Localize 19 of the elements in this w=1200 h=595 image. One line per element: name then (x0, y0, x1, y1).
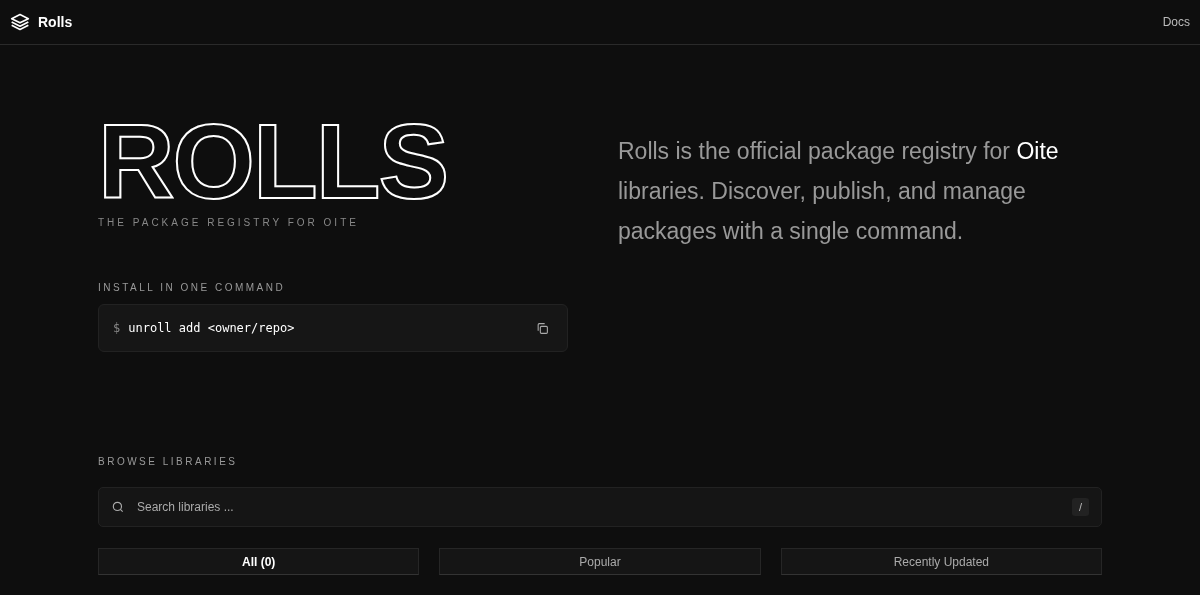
search-bar[interactable]: Search libraries ... / (98, 487, 1102, 527)
prompt-symbol: $ (113, 321, 121, 335)
docs-link[interactable]: Docs (1162, 15, 1190, 29)
hero-title: ROLLS (98, 111, 448, 211)
filter-tab[interactable]: Recently Updated (780, 548, 1102, 575)
layers-icon (10, 12, 30, 32)
copy-icon (536, 321, 549, 335)
filter-tab[interactable]: All (0) (98, 548, 420, 575)
command-text: unroll add <owner/repo> (128, 321, 296, 335)
copy-button[interactable] (536, 321, 549, 335)
shortcut-key: / (1071, 498, 1089, 516)
hero-description: Rolls is the official package registry for Oite libraries. Discover, publish, and manage packages with a single command. (618, 137, 1060, 246)
search-icon (111, 500, 125, 514)
hero-subtitle: THE PACKAGE REGISTRY FOR OITE (98, 217, 360, 228)
brand-name: Rolls (38, 14, 73, 30)
filter-tab[interactable]: Popular (439, 548, 761, 575)
install-label: INSTALL IN ONE COMMAND (98, 282, 287, 293)
search-field[interactable]: Search libraries ... (135, 499, 1062, 515)
browse-label: BROWSE LIBRARIES (98, 456, 239, 467)
